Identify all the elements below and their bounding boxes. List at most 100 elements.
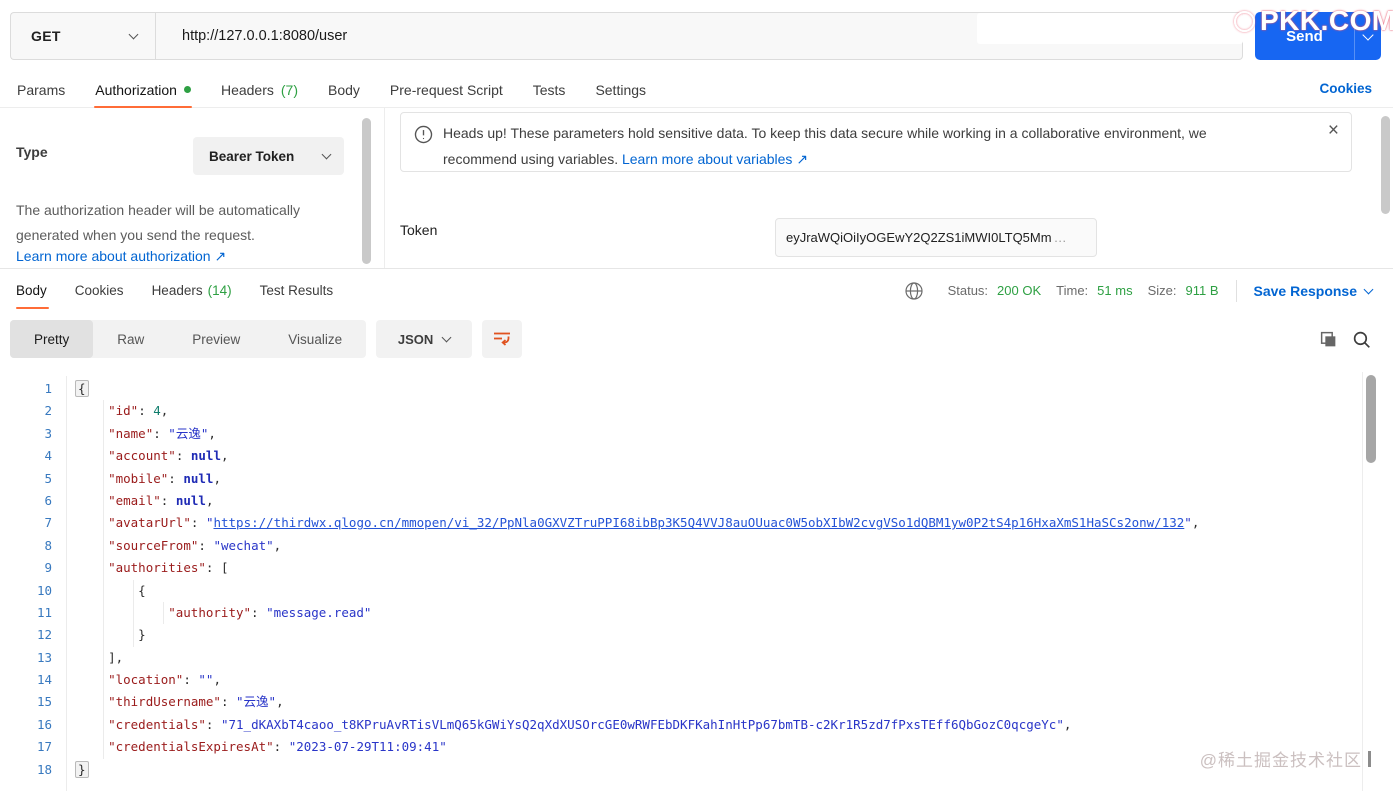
response-tab-test-results[interactable]: Test Results: [246, 269, 348, 312]
url-text: http://127.0.0.1:8080/user: [182, 28, 348, 44]
json-token: "thirdUsername": [108, 694, 221, 710]
json-token: :: [160, 492, 176, 508]
gutter-border: [66, 376, 67, 791]
view-tab-visualize[interactable]: Visualize: [264, 320, 366, 358]
json-token: {: [138, 582, 146, 598]
json-token: :: [273, 739, 289, 755]
request-panel-scrollbar[interactable]: [1381, 116, 1390, 214]
auth-type-dropdown[interactable]: Bearer Token: [193, 137, 344, 175]
json-url-link[interactable]: https://thirdwx.qlogo.cn/mmopen/vi_32/Pp…: [213, 515, 1184, 530]
view-tab-raw[interactable]: Raw: [93, 320, 168, 358]
json-token: "sourceFrom": [108, 537, 199, 553]
code-line: ],: [78, 646, 1363, 670]
chevron-down-icon: [1363, 284, 1374, 294]
token-ellipsis: …: [1053, 230, 1067, 245]
format-dropdown[interactable]: JSON: [376, 320, 473, 358]
postman-window: GET http://127.0.0.1:8080/user Send PKK.…: [0, 0, 1393, 791]
sensitive-data-warning: Heads up! These parameters hold sensitiv…: [400, 112, 1352, 172]
line-number: 17: [36, 739, 52, 755]
view-tab-pretty[interactable]: Pretty: [10, 320, 94, 358]
view-tab-preview[interactable]: Preview: [168, 320, 264, 358]
tab-tests[interactable]: Tests: [518, 72, 581, 108]
code-line: {: [78, 579, 1363, 602]
chevron-down-icon: [321, 149, 332, 160]
search-icon[interactable]: [1352, 330, 1371, 349]
tab-count: (7): [280, 81, 298, 98]
json-token: :: [198, 537, 214, 553]
indent-guide: [78, 489, 105, 513]
send-options-caret[interactable]: [1355, 12, 1381, 60]
response-body-json: 1 2 3 4 5 6 7 8 9 10 11 12 13 14 15 16 17 18 {"id": 4, "na…: [0, 372, 1393, 791]
code-lines: {"id": 4, "name": "云逸", "account": null, "m…: [75, 378, 1363, 781]
tab-body[interactable]: Body: [313, 72, 375, 108]
auth-description: The authorization header will be automat…: [16, 202, 301, 243]
json-token: "email": [108, 492, 161, 508]
info-icon: [414, 125, 433, 149]
copy-icon[interactable]: [1319, 330, 1338, 349]
learn-more-authorization-link[interactable]: Learn more about authorization ↗: [16, 248, 226, 265]
tab-settings[interactable]: Settings: [580, 72, 661, 108]
json-token: "message.read": [266, 604, 372, 620]
tab-params[interactable]: Params: [2, 72, 80, 108]
status-value: 200 OK: [997, 283, 1042, 298]
json-token: {: [75, 380, 89, 397]
globe-icon: [904, 281, 924, 301]
method-dropdown[interactable]: GET: [10, 12, 155, 60]
json-token: :: [183, 672, 199, 688]
token-input[interactable]: eyJraWQiOiIyOGEwY2Q2ZS1iMWI0LTQ5Mm …: [775, 218, 1097, 257]
cookies-link[interactable]: Cookies: [1319, 81, 1372, 96]
json-token: "credentialsExpiresAt": [108, 739, 274, 755]
json-token: }: [138, 627, 146, 643]
response-tab-body[interactable]: Body: [16, 269, 61, 312]
code-scrollbar-thumb[interactable]: [1366, 375, 1376, 463]
line-number: 14: [36, 672, 52, 688]
json-token: ],: [108, 649, 124, 665]
response-tab-headers[interactable]: Headers (14): [138, 269, 246, 312]
save-response-button[interactable]: Save Response: [1254, 283, 1374, 299]
beautify-button[interactable]: [482, 320, 523, 358]
line-number: 7: [44, 515, 52, 531]
view-mode-tabs: Pretty Raw Preview Visualize: [10, 320, 367, 358]
indent-guide: [78, 467, 105, 490]
json-token: ,: [213, 672, 221, 688]
tab-headers[interactable]: Headers (7): [206, 72, 313, 108]
external-link-icon: ↗: [214, 248, 227, 264]
token-label: Token: [400, 222, 438, 238]
send-label[interactable]: Send: [1255, 12, 1355, 60]
json-token: "name": [108, 425, 154, 441]
indent-guide: [78, 579, 105, 602]
json-token: ,: [208, 425, 216, 441]
code-scrollbar-track: [1362, 372, 1363, 791]
json-token: :: [153, 425, 169, 441]
size-value: 911 B: [1185, 283, 1219, 298]
json-token: ,: [1063, 716, 1072, 732]
json-token: "云逸": [236, 694, 277, 710]
response-tab-cookies[interactable]: Cookies: [61, 269, 138, 312]
chevron-down-icon: [128, 29, 139, 40]
json-token: :: [175, 448, 191, 464]
auth-panel-scrollbar[interactable]: [362, 118, 371, 264]
line-number: 16: [36, 716, 52, 732]
indent-guide: [78, 534, 105, 558]
close-icon[interactable]: ×: [1328, 121, 1339, 140]
json-token: :: [190, 515, 206, 531]
json-token: "云逸": [168, 425, 209, 441]
auth-type-label: Type: [16, 144, 48, 160]
code-line: "mobile": null,: [78, 467, 1363, 490]
json-token: ,: [1191, 515, 1200, 531]
json-token: :: [168, 470, 184, 486]
request-tabs: Params Authorization Headers (7) Body Pre-req…: [0, 72, 1393, 108]
learn-more-variables-link[interactable]: Learn more about variables ↗: [622, 151, 808, 167]
code-line: "thirdUsername": "云逸",: [78, 691, 1363, 714]
tab-authorization[interactable]: Authorization: [80, 72, 206, 108]
line-number: 8: [44, 537, 52, 553]
json-token: }: [75, 760, 89, 778]
send-button[interactable]: Send: [1255, 12, 1381, 60]
indent-guide: [78, 512, 105, 535]
json-token: "id": [108, 403, 139, 419]
json-token: "avatarUrl": [108, 515, 191, 531]
line-number: 13: [36, 649, 52, 665]
tab-pre-request-script[interactable]: Pre-request Script: [375, 72, 518, 108]
code-line: "location": "",: [78, 669, 1363, 692]
json-token: ,: [220, 448, 229, 464]
